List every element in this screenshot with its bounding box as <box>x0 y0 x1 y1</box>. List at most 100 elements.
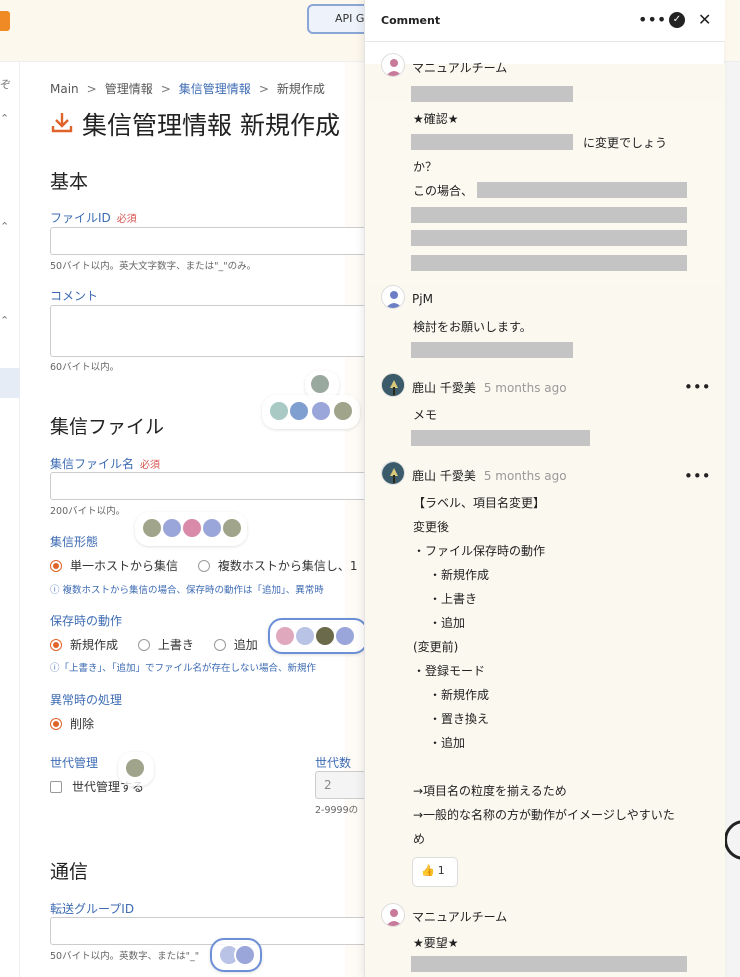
comment-more-icon[interactable]: ••• <box>684 467 711 485</box>
comment-text: か？ <box>413 160 438 174</box>
avatar <box>274 625 296 647</box>
comment-text: 検討をお願いします。 <box>413 320 532 334</box>
section-file: 集信ファイル <box>50 416 165 438</box>
file-name-label: 集信ファイル名 必須 <box>50 457 161 471</box>
save-overwrite-radio[interactable]: 上書き <box>137 638 194 652</box>
comment-hint: 60バイト以内。 <box>50 362 120 373</box>
save-new-radio[interactable]: 新規作成 <box>50 638 118 652</box>
redacted-text <box>411 134 573 150</box>
mode-multi-radio[interactable]: 複数ホストから集信し、1 <box>197 559 357 573</box>
comment-panel-title: Comment <box>381 14 441 27</box>
avatar <box>141 517 163 539</box>
chevron-up-icon[interactable]: ⌃ <box>0 220 9 233</box>
mode-label: 集信形態 <box>50 535 99 549</box>
close-icon[interactable]: ✕ <box>698 10 711 29</box>
group-id-input[interactable] <box>50 917 370 945</box>
comment-author: 鹿山 千愛美 5 months ago <box>412 469 567 483</box>
comment-author: マニュアルチーム <box>412 61 508 75</box>
file-id-label: ファイルID 必須 <box>50 211 137 225</box>
comment-input[interactable] <box>50 305 370 357</box>
breadcrumb: Main > 管理情報 > 集信管理情報 > 新規作成 <box>50 82 325 96</box>
save-label: 保存時の動作 <box>50 614 123 628</box>
left-rail: ぞ ⌃ ⌃ ⌃ <box>0 62 20 977</box>
redacted-text <box>411 207 687 223</box>
comment-time: 5 months ago <box>483 469 567 483</box>
comment-panel-header: Comment ••• ✓ ✕ <box>365 0 725 42</box>
required-badge: 必須 <box>116 214 137 225</box>
redacted-text <box>477 182 687 198</box>
avatar <box>161 517 183 539</box>
comment-list: マニュアルチーム ★確認★ に変更でしょう か？ この場合、 PjM 検討をお願… <box>365 42 725 977</box>
comment-label: コメント <box>50 289 99 303</box>
comment-text: 【ラベル、項目名変更】 <box>413 496 546 510</box>
comment-text: ・新規作成 <box>429 568 490 582</box>
rail-icon[interactable]: ぞ <box>0 76 11 92</box>
file-id-input[interactable] <box>50 227 370 255</box>
breadcrumb-collection[interactable]: 集信管理情報 <box>179 82 251 96</box>
breadcrumb-management[interactable]: 管理情報 <box>105 82 153 96</box>
collaborator-avatars[interactable] <box>262 395 360 429</box>
required-badge: 必須 <box>140 460 161 471</box>
comment-text: ★確認★ <box>413 112 459 126</box>
section-basic: 基本 <box>50 171 89 193</box>
chevron-up-icon[interactable]: ⌃ <box>0 314 9 327</box>
avatar <box>381 285 405 309</box>
section-communication: 通信 <box>50 861 89 883</box>
comment-text: ・上書き <box>429 592 478 606</box>
comment-text: メモ <box>413 408 438 422</box>
floating-action-button[interactable] <box>724 820 740 860</box>
save-append-radio[interactable]: 追加 <box>213 638 258 652</box>
mode-radio-group: 単一ホストから集信 複数ホストから集信し、1 <box>50 557 373 574</box>
comment-time: 5 months ago <box>483 381 567 395</box>
redacted-text <box>411 430 590 446</box>
redacted-text <box>411 255 687 271</box>
collaborator-avatars[interactable] <box>118 752 154 786</box>
avatar <box>309 373 331 395</box>
save-radio-group: 新規作成 上書き 追加 <box>50 636 274 653</box>
avatar <box>381 461 405 485</box>
rail-active-item[interactable] <box>0 368 20 398</box>
resolve-check-icon[interactable]: ✓ <box>669 12 685 28</box>
avatar <box>201 517 223 539</box>
comment-text: ・追加 <box>429 736 466 750</box>
download-icon <box>51 113 73 133</box>
comment-text: ・ファイル保存時の動作 <box>413 544 546 558</box>
app-logo <box>0 11 10 31</box>
file-name-input[interactable] <box>50 472 370 500</box>
comment-text: (変更前) <box>413 640 459 654</box>
error-label: 異常時の処理 <box>50 693 123 707</box>
avatar <box>381 373 405 397</box>
comment-text: に変更でしょう <box>583 136 668 150</box>
thumbs-up-reaction[interactable]: 👍 1 <box>412 857 458 887</box>
comment-author: PjM <box>412 292 433 306</box>
comment-text: →項目名の粒度を揃えるため <box>413 784 567 798</box>
breadcrumb-main[interactable]: Main <box>50 82 79 96</box>
comment-text: ・置き換え <box>429 712 490 726</box>
avatar <box>124 757 146 779</box>
more-options-icon[interactable]: ••• <box>638 10 666 29</box>
avatar <box>234 944 256 966</box>
generation-label: 世代管理 <box>50 756 99 770</box>
avatar <box>381 53 405 77</box>
avatar <box>334 625 356 647</box>
avatar <box>294 625 316 647</box>
comment-text: め <box>413 832 426 846</box>
save-hint: ⓘ「上書き」、「追加」でファイル名が存在しない場合、新規作 <box>50 663 317 674</box>
avatar <box>268 400 290 422</box>
file-id-hint: 50バイト以内。英大文字数字、または"_"のみ。 <box>50 261 257 272</box>
collaborator-avatars[interactable] <box>268 618 368 654</box>
group-id-hint: 50バイト以内。英数字、または"_" <box>50 951 200 962</box>
comment-text: ★要望★ <box>413 936 459 950</box>
file-name-hint: 200バイト以内。 <box>50 506 126 517</box>
mode-single-radio[interactable]: 単一ホストから集信 <box>50 559 178 573</box>
comment-more-icon[interactable]: ••• <box>684 378 711 396</box>
collaborator-avatars[interactable] <box>210 938 262 972</box>
comment-text: 変更後 <box>413 520 450 534</box>
avatar <box>332 400 354 422</box>
redacted-text <box>411 342 573 358</box>
collaborator-avatars[interactable] <box>135 512 247 546</box>
thumbs-up-icon: 👍 <box>421 864 435 877</box>
chevron-up-icon[interactable]: ⌃ <box>0 112 9 125</box>
avatar <box>381 903 405 927</box>
error-delete-radio[interactable]: 削除 <box>50 715 94 732</box>
